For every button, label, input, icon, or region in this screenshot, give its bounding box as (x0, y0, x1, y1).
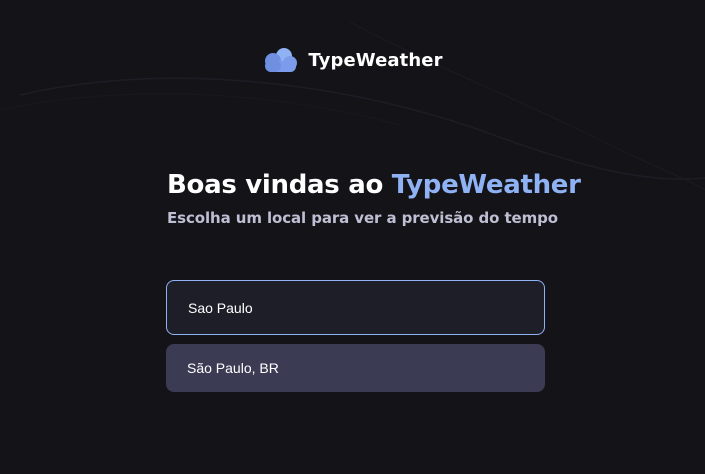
welcome-page: TypeWeather Boas vindas ao TypeWeather E… (0, 0, 705, 474)
welcome-subtitle: Escolha um local para ver a previsão do … (167, 209, 558, 227)
location-suggestion-item[interactable]: São Paulo, BR (166, 344, 545, 392)
welcome-heading-brand: TypeWeather (391, 170, 581, 200)
location-suggestion-label: São Paulo, BR (187, 360, 279, 376)
app-name: TypeWeather (308, 49, 443, 71)
location-search-input[interactable] (166, 280, 545, 335)
welcome-heading: Boas vindas ao TypeWeather (167, 170, 581, 200)
app-logo: TypeWeather (0, 46, 705, 74)
welcome-heading-prefix: Boas vindas ao (167, 170, 392, 200)
cloud-icon (265, 48, 298, 72)
